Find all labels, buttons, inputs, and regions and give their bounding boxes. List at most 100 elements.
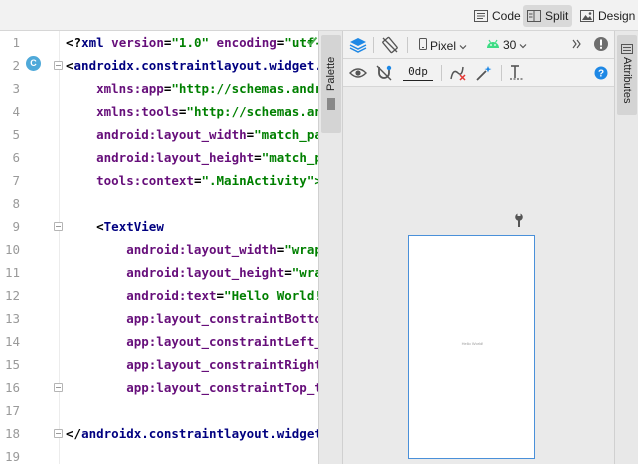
autoconnect-off-icon[interactable] (375, 64, 393, 82)
attributes-tab[interactable]: Attributes (617, 35, 637, 115)
palette-label: Palette (325, 56, 337, 91)
code-line[interactable]: 4 xmlns:tools="http://schemas.android.co… (0, 100, 318, 123)
design-canvas[interactable]: Hello World! (343, 87, 614, 464)
svg-text:?: ? (598, 69, 604, 80)
code-line[interactable]: 6 android:layout_height="match_parent" (0, 146, 318, 169)
code-token: androidx.constraintlayout.widget.Constra… (81, 426, 318, 441)
code-line[interactable]: 9 <TextView (0, 215, 318, 238)
code-line[interactable]: 11 android:layout_height="wrap_content" (0, 261, 318, 284)
code-text: android:text="Hello World!" (66, 284, 318, 307)
orientation-icon[interactable] (381, 36, 399, 54)
code-line[interactable]: 12 android:text="Hello World!" (0, 284, 318, 307)
code-line[interactable]: 7 tools:context=".MainActivity"> (0, 169, 318, 192)
code-text: app:layout_constraintLeft_toLeftOf="pare… (66, 330, 318, 353)
toolbar-separator (441, 65, 442, 81)
code-line[interactable]: 13 app:layout_constraintBottom_toBottomO… (0, 307, 318, 330)
code-token: xml (81, 35, 112, 50)
chevron-down-icon (459, 39, 467, 53)
code-text: app:layout_constraintTop_toTopOf="parent… (66, 376, 318, 399)
code-line[interactable]: 18 </androidx.constraintlayout.widget.Con… (0, 422, 318, 445)
design-mode-icon (580, 10, 594, 22)
code-token: </ (66, 426, 82, 441)
layers-icon[interactable] (349, 37, 367, 53)
warning-icon[interactable] (593, 36, 609, 52)
guidelines-icon[interactable] (509, 64, 525, 82)
hello-world-preview-text[interactable]: Hello World! (409, 341, 536, 346)
code-mode-icon (474, 10, 488, 22)
code-line[interactable]: 3 xmlns:app="http://schemas.android.com/… (0, 77, 318, 100)
code-token: ".MainActivity"> (201, 173, 318, 188)
code-text: android:layout_width="match_parent" (66, 123, 318, 146)
device-selector[interactable]: Pixel (419, 38, 467, 53)
code-line[interactable]: 15 app:layout_constraintRight_toRightOf=… (0, 353, 318, 376)
code-token: app:layout_constraintTop_toTopOf (126, 380, 318, 395)
line-number: 18 (4, 426, 20, 441)
wrench-icon[interactable] (514, 213, 524, 232)
code-text: xmlns:app="http://schemas.android.com/ap… (66, 77, 318, 100)
split-mode-label: Split (545, 9, 569, 23)
help-icon[interactable]: ? (594, 66, 608, 80)
code-token: version (111, 35, 164, 50)
design-mode-button[interactable]: Design (576, 5, 638, 27)
code-text: <TextView (66, 215, 164, 238)
code-line[interactable]: 8 (0, 192, 318, 215)
line-number: 8 (12, 196, 20, 211)
code-token: TextView (103, 219, 164, 234)
line-number: 3 (12, 81, 20, 96)
code-line[interactable]: 5 android:layout_width="match_parent" (0, 123, 318, 146)
attributes-label: Attributes (621, 57, 633, 104)
inspection-ok-icon[interactable] (306, 34, 318, 52)
palette-tab[interactable]: Palette (321, 35, 341, 133)
fold-marker-icon[interactable] (54, 222, 63, 231)
code-line[interactable]: 1 <?xml version="1.0" encoding="utf-8"?> (0, 31, 318, 54)
split-mode-button[interactable]: Split (523, 5, 573, 27)
code-line[interactable]: 2 <androidx.constraintlayout.widget.Const… (0, 54, 318, 77)
view-mode-bar: Code Split Design (0, 0, 638, 31)
code-line[interactable]: 19 (0, 445, 318, 464)
android-icon (486, 38, 500, 52)
code-line[interactable]: 10 android:layout_width="wrap_content" (0, 238, 318, 261)
palette-tool-strip: Palette (318, 31, 343, 464)
device-preview-frame[interactable]: Hello World! (408, 235, 535, 459)
code-mode-button[interactable]: Code (470, 5, 525, 27)
code-token: androidx.constraintlayout.widget.Constra… (73, 58, 318, 73)
more-actions-icon[interactable] (572, 39, 582, 49)
code-mode-label: Code (492, 9, 521, 23)
fold-marker-icon[interactable] (54, 61, 63, 70)
code-token: xmlns:app (66, 81, 164, 96)
code-token: app:layout_constraintRight_toRightOf (126, 357, 318, 372)
line-number: 7 (12, 173, 20, 188)
code-line[interactable]: 16 app:layout_constraintTop_toTopOf="par… (0, 376, 318, 399)
code-token: "Hello World!" (224, 288, 318, 303)
api-level-selector[interactable]: 30 (486, 38, 527, 52)
view-options-icon[interactable] (349, 67, 367, 79)
code-line[interactable]: 14 app:layout_constraintLeft_toLeftOf="p… (0, 330, 318, 353)
toolbar-separator (501, 65, 502, 81)
code-text: android:layout_height="wrap_content" (66, 261, 318, 284)
code-line[interactable]: 17 (0, 399, 318, 422)
class-gutter-icon[interactable]: C (26, 56, 41, 71)
fold-marker-icon[interactable] (54, 429, 63, 438)
code-token: tools:context (66, 173, 194, 188)
code-text: tools:context=".MainActivity"> (66, 169, 318, 192)
line-number: 19 (4, 449, 20, 464)
xml-code-editor[interactable]: 1<?xml version="1.0" encoding="utf-8"?>2… (0, 31, 318, 464)
code-token: android:layout_width (66, 242, 277, 257)
line-number: 1 (12, 35, 20, 50)
code-token: = (284, 265, 292, 280)
code-token: < (66, 219, 104, 234)
infer-constraints-icon[interactable] (475, 64, 493, 82)
line-number: 12 (4, 288, 20, 303)
line-number: 5 (12, 127, 20, 142)
split-mode-icon (527, 10, 541, 22)
line-number: 15 (4, 357, 20, 372)
default-margin-field[interactable]: 0dp (403, 65, 433, 81)
code-token: android:layout_height (66, 150, 255, 165)
design-pane: Pixel 30 0dp ? Hello World! (343, 31, 614, 464)
clear-constraints-icon[interactable] (449, 64, 467, 82)
toolbar-separator (373, 37, 374, 53)
design-mode-label: Design (598, 9, 636, 23)
line-number: 17 (4, 403, 20, 418)
code-text: app:layout_constraintBottom_toBottomOf="… (66, 307, 318, 330)
fold-marker-icon[interactable] (54, 383, 63, 392)
